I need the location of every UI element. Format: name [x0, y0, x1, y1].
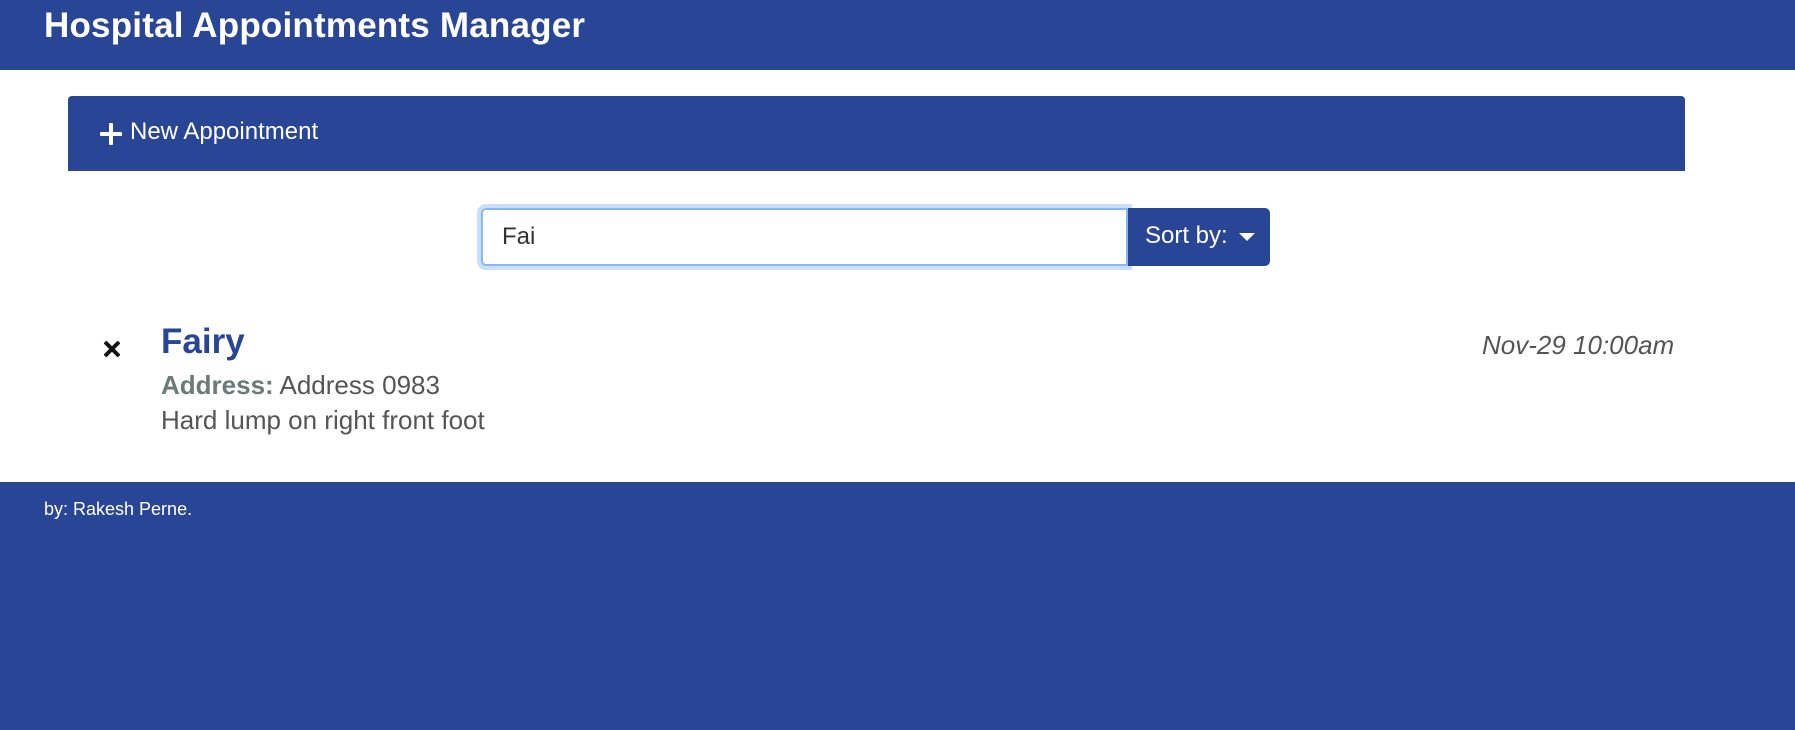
search-group: Sort by: [481, 208, 1270, 266]
delete-appointment-icon[interactable] [101, 338, 123, 360]
address-value: Address 0983 [279, 370, 440, 400]
plus-icon [100, 123, 122, 145]
appointment-date: Nov-29 10:00am [1482, 330, 1675, 360]
appointment-address: Address: Address 0983 [161, 370, 440, 401]
address-label: Address: [161, 370, 274, 400]
navbar: Hospital Appointments Manager [0, 0, 1795, 70]
sort-by-label: Sort by: [1145, 222, 1228, 249]
new-appointment-toggle[interactable]: New Appointment [68, 96, 1685, 171]
search-input[interactable] [481, 208, 1128, 266]
new-appointment-label: New Appointment [130, 118, 319, 145]
footer: by: Rakesh Perne. [0, 482, 1795, 730]
footer-credit: by: Rakesh Perne. [44, 499, 193, 519]
app-title: Hospital Appointments Manager [44, 6, 586, 45]
sort-by-button[interactable]: Sort by: [1128, 208, 1270, 266]
caret-down-icon [1239, 233, 1255, 241]
pet-name: Fairy [161, 322, 245, 361]
appointment-notes: Hard lump on right front foot [161, 405, 485, 435]
